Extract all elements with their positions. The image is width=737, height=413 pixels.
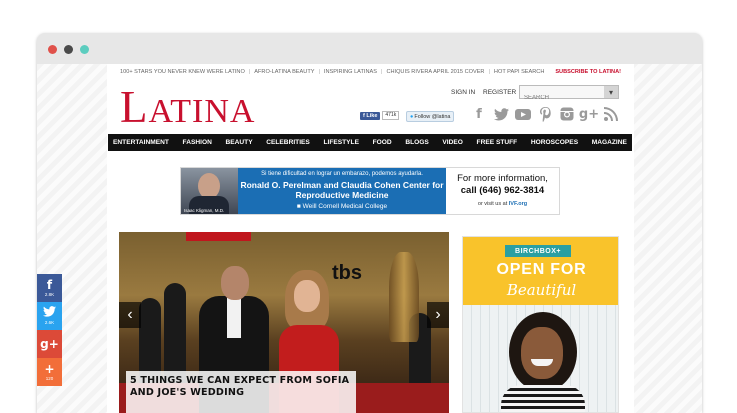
divider: | [488, 69, 490, 75]
visit-text: or visit us at IVF.org [446, 201, 559, 207]
nav-horoscopes[interactable]: HOROSCOPES [531, 139, 578, 146]
sign-in-link[interactable]: SIGN IN [451, 89, 475, 96]
ad-script-text: Beautiful [506, 281, 577, 299]
model-smile [531, 359, 553, 366]
google-plus-icon: g+ [40, 336, 59, 351]
logo-rest: ATINA [148, 93, 256, 130]
twitter-follow-label: Follow @latina [414, 113, 451, 120]
banner-contact-panel: For more information, call (646) 962-381… [446, 168, 559, 214]
social-icons: f g+ [471, 106, 619, 122]
maximize-window-dot[interactable] [80, 45, 89, 54]
search-icon[interactable]: ▾ [604, 86, 618, 98]
banner-college: ■ Weill Cornell Medical College [238, 203, 446, 210]
browser-viewport: 100+ STARS YOU NEVER KNEW WERE LATINO | … [37, 64, 702, 413]
top-link[interactable]: INSPIRING LATINAS [324, 69, 377, 75]
top-links-bar: 100+ STARS YOU NEVER KNEW WERE LATINO | … [120, 64, 634, 80]
visit-site[interactable]: IVF.org [509, 201, 527, 207]
banner-spanish-text: Si tiene dificultad en lograr un embaraz… [261, 171, 423, 177]
banner-center-name: Ronald O. Perelman and Claudia Cohen Cen… [240, 180, 444, 200]
birchbox-ad[interactable]: BIRCHBOX+ OPEN FOR Beautiful [462, 236, 619, 413]
instagram-icon[interactable] [559, 106, 575, 122]
nav-beauty[interactable]: BEAUTY [225, 139, 252, 146]
birchbox-logo: BIRCHBOX+ [505, 245, 571, 257]
phone-number: call (646) 962-3814 [460, 185, 545, 196]
twitter-share-button[interactable]: 2.6K [37, 302, 62, 330]
nav-magazine[interactable]: MAGAZINE [592, 139, 627, 146]
slide-headline: 5 THINGS WE CAN EXPECT FROM SOFIA AND JO… [130, 375, 350, 398]
woman-face [294, 280, 320, 312]
more-share-count: 120 [45, 375, 54, 381]
doctor-photo: Isaac Kligman, M.D. [181, 168, 238, 214]
twitter-follow-button[interactable]: ● Follow @latina [406, 111, 455, 122]
facebook-share-count: 2.8K [44, 291, 55, 297]
nav-celebrities[interactable]: CELEBRITIES [266, 139, 310, 146]
red-backdrop-strip [186, 232, 251, 241]
minimize-window-dot[interactable] [64, 45, 73, 54]
divider: | [380, 69, 383, 75]
account-links: SIGN IN REGISTER [451, 89, 522, 96]
nav-fashion[interactable]: FASHION [183, 139, 212, 146]
divider: | [248, 69, 251, 75]
model-striped-top [501, 385, 585, 412]
close-window-dot[interactable] [48, 45, 57, 54]
more-info-text: For more information, [457, 173, 548, 184]
facebook-icon: f [46, 277, 53, 292]
subscribe-link[interactable]: SUBSCRIBE TO LATINA! [555, 69, 634, 75]
slide-caption[interactable]: 5 THINGS WE CAN EXPECT FROM SOFIA AND JO… [126, 371, 356, 413]
college-name: Weill Cornell Medical College [302, 203, 388, 210]
photo-caption: Isaac Kligman, M.D. [184, 208, 225, 213]
plus-icon: + [44, 361, 55, 376]
twitter-share-count: 2.6K [44, 320, 55, 325]
nav-blogs[interactable]: BLOGS [405, 139, 428, 146]
featured-slideshow[interactable]: tbs ‹ › 5 THINGS WE CAN EXPECT FROM SOFI… [119, 232, 449, 413]
twitter-bird-icon: ● [410, 113, 414, 120]
nav-lifestyle[interactable]: LIFESTYLE [323, 139, 359, 146]
logo-initial: L [120, 82, 149, 132]
google-plus-icon[interactable]: g+ [579, 106, 599, 122]
top-link[interactable]: 100+ STARS YOU NEVER KNEW WERE LATINO [120, 69, 245, 75]
more-share-button[interactable]: + 120 [37, 358, 62, 386]
previous-slide-button[interactable]: ‹ [119, 302, 141, 328]
twitter-icon [43, 306, 56, 320]
next-slide-button[interactable]: › [427, 302, 449, 328]
pinterest-icon[interactable] [537, 106, 553, 122]
nav-food[interactable]: FOOD [373, 139, 392, 146]
banner-message-panel: Si tiene dificultad en lograr un embaraz… [238, 168, 446, 214]
top-link[interactable]: HOT PAPI SEARCH [494, 69, 544, 75]
register-link[interactable]: REGISTER [483, 89, 516, 96]
model-face [521, 327, 563, 379]
ad-headline: OPEN FOR [496, 261, 587, 278]
facebook-like-count: 471k [382, 111, 400, 120]
nav-video[interactable]: VIDEO [442, 139, 463, 146]
twitter-icon[interactable] [493, 106, 509, 122]
man-head [221, 266, 249, 300]
banner-ad[interactable]: Isaac Kligman, M.D. Si tiene dificultad … [180, 167, 560, 215]
nav-free-stuff[interactable]: FREE STUFF [477, 139, 518, 146]
divider: | [318, 69, 320, 75]
facebook-like-button[interactable]: f Like [360, 111, 381, 120]
facebook-like-label: Like [366, 112, 378, 119]
web-page: 100+ STARS YOU NEVER KNEW WERE LATINO | … [107, 64, 634, 413]
shirt [227, 298, 241, 338]
rss-icon[interactable] [603, 106, 619, 122]
top-link[interactable]: CHIQUIS RIVERA APRIL 2015 COVER [386, 69, 484, 75]
facebook-share-button[interactable]: f 2.8K [37, 274, 62, 302]
browser-window: 100+ STARS YOU NEVER KNEW WERE LATINO | … [37, 33, 702, 413]
facebook-like-widget: f Like 471k [360, 111, 400, 120]
main-navigation: ENTERTAINMENT FASHION BEAUTY CELEBRITIES… [108, 134, 632, 151]
visit-prefix: or visit us at [477, 201, 508, 207]
facebook-icon[interactable]: f [471, 106, 487, 122]
search-input[interactable] [520, 92, 610, 104]
site-logo[interactable]: LATINA [120, 85, 256, 133]
nav-entertainment[interactable]: ENTERTAINMENT [113, 139, 169, 146]
award-statue [389, 252, 419, 342]
search-box: ▾ [519, 85, 619, 104]
top-link[interactable]: AFRO-LATINA BEAUTY [254, 69, 314, 75]
google-plus-share-button[interactable]: g+ [37, 330, 62, 358]
youtube-icon[interactable] [515, 106, 531, 122]
